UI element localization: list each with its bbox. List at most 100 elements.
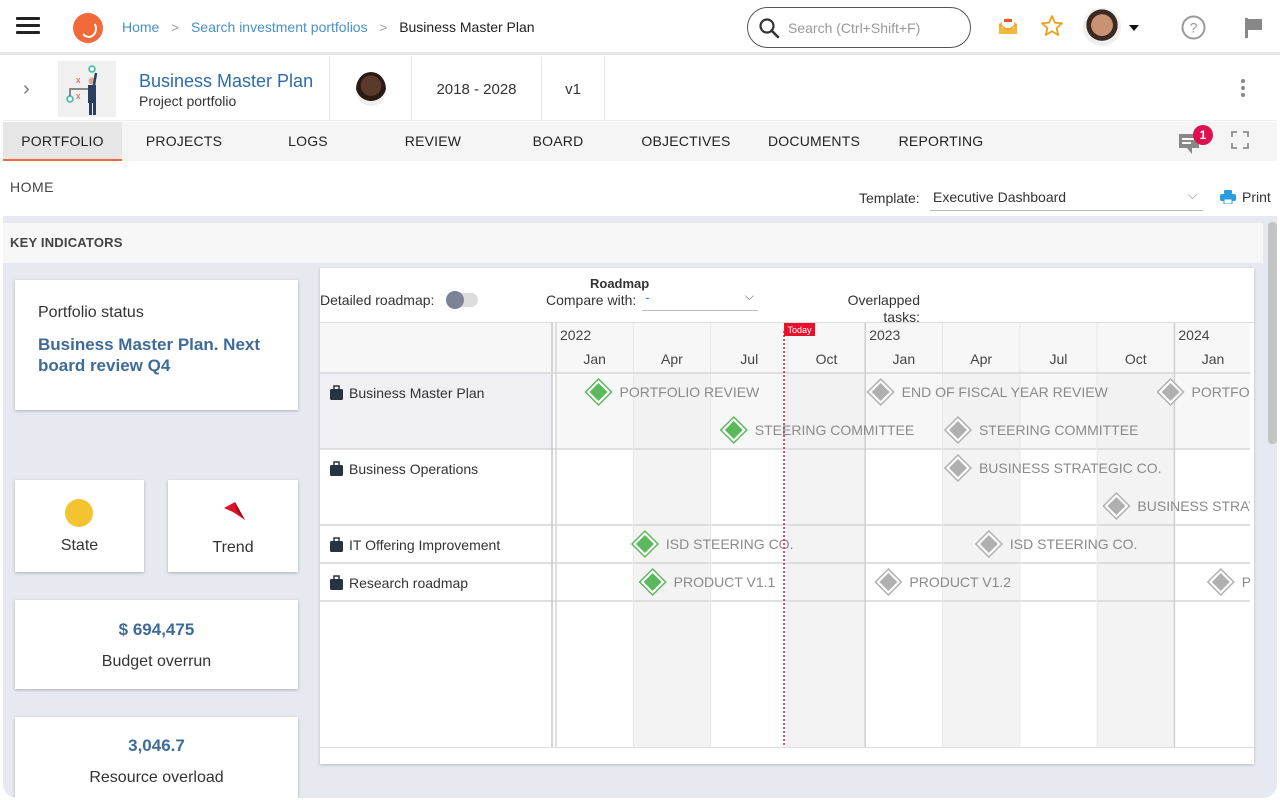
chevron-down-icon: ⌵ [1187, 188, 1197, 202]
notification-badge: 1 [1193, 125, 1213, 145]
milestone-label[interactable]: ISD STEERING CO. [666, 536, 794, 552]
chevron-down-icon: ⌵ [744, 289, 754, 303]
breadcrumb-separator: > [171, 19, 179, 35]
project-row-name[interactable]: Business Master Plan [349, 385, 484, 401]
portfolio-header: › x x Business Master Plan Project portf… [3, 57, 1277, 121]
tab-documents[interactable]: DOCUMENTS [761, 122, 867, 161]
print-label: Print [1242, 189, 1271, 205]
portfolio-status-card: Portfolio status Business Master Plan. N… [15, 280, 298, 410]
detailed-roadmap-toggle[interactable] [446, 291, 478, 309]
quarter-label: Jan [893, 351, 916, 367]
milestone-label[interactable]: PORTFOLIO REVIEW [620, 384, 761, 400]
budget-overrun-value: $ 694,475 [118, 620, 195, 639]
search-input[interactable] [788, 19, 958, 36]
period-cell: 2018 - 2028 [411, 57, 541, 121]
help-icon[interactable]: ? [1181, 15, 1206, 40]
portfolio-status-text: Business Master Plan. Next board review … [38, 335, 261, 375]
breadcrumb-separator: > [379, 19, 388, 35]
budget-overrun-label: Budget overrun [101, 653, 212, 670]
breadcrumb-search-portfolios[interactable]: Search investment portfolios [191, 19, 368, 35]
milestone-label[interactable]: BUSINESS STRATEGIC CO. [1137, 498, 1254, 514]
budget-overrun-card[interactable]: $ 694,475 Budget overrun [15, 600, 298, 689]
dashboard-main: KEY INDICATORS Portfolio status Business… [3, 216, 1277, 798]
milestone-label[interactable]: ISD STEERING CO. [1010, 536, 1138, 552]
svg-text:?: ? [1190, 20, 1198, 36]
tab-board[interactable]: BOARD [513, 122, 603, 161]
resource-overload-value: 3,046.7 [128, 736, 185, 755]
year-label: 2022 [560, 327, 591, 343]
quarter-label: Jul [740, 351, 758, 367]
milestone-label[interactable]: PRODUCT V1.1 [674, 574, 776, 590]
key-indicators-title: KEY INDICATORS [10, 235, 123, 250]
state-label: State [60, 537, 99, 554]
tab-review[interactable]: REVIEW [383, 122, 483, 161]
breadcrumb: Home > Search investment portfolios > Bu… [122, 19, 535, 35]
user-avatar[interactable] [1083, 8, 1121, 46]
project-briefcase-handle-icon [333, 575, 340, 581]
caret-down-icon[interactable] [1129, 25, 1139, 31]
svg-text:x: x [76, 91, 81, 101]
project-row-name[interactable]: Research roadmap [349, 575, 468, 591]
milestone-label[interactable]: BUSINESS STRATEGIC CO. [979, 460, 1162, 476]
trend-card[interactable]: Trend [168, 480, 298, 572]
milestone-label[interactable]: STEERING COMMITTEE [979, 422, 1138, 438]
milestone-label[interactable]: END OF FISCAL YEAR REVIEW [902, 384, 1109, 400]
compare-with-label: Compare with: [546, 292, 637, 308]
tab-portfolio[interactable]: PORTFOLIO [3, 122, 122, 161]
portfolio-status-label: Portfolio status [38, 304, 144, 321]
gantt-right-edge [1250, 323, 1254, 747]
vertical-scrollbar[interactable] [1268, 222, 1277, 444]
milestone-label[interactable]: STEERING COMMITTEE [755, 422, 914, 438]
quarter-label: Apr [970, 351, 992, 367]
detailed-roadmap-label: Detailed roadmap: [320, 292, 435, 308]
expand-chevron-icon[interactable]: › [23, 78, 30, 101]
key-indicators-header: KEY INDICATORS [3, 223, 1263, 263]
tab-reporting[interactable]: REPORTING [893, 122, 989, 161]
star-icon[interactable] [1040, 14, 1064, 38]
tab-projects[interactable]: PROJECTS [128, 122, 240, 161]
search-box[interactable] [747, 7, 971, 48]
project-row-name[interactable]: Business Operations [349, 461, 478, 477]
home-label[interactable]: HOME [10, 179, 54, 195]
tab-objectives[interactable]: OBJECTIVES [631, 122, 741, 161]
template-select[interactable]: Executive Dashboard ⌵ [930, 185, 1203, 211]
resource-overload-card[interactable]: 3,046.7 Resource overload [15, 717, 298, 798]
app-logo-icon[interactable] [73, 13, 103, 43]
template-value: Executive Dashboard [933, 189, 1067, 205]
roadmap-gantt: Business Master Plan Business Operations I… [320, 322, 1254, 747]
compare-with-select[interactable]: - ⌵ [642, 289, 758, 311]
sub-header: HOME Template: Executive Dashboard ⌵ Pri… [3, 161, 1277, 215]
top-bar: Home > Search investment portfolios > Bu… [0, 0, 1280, 55]
tab-logs[interactable]: LOGS [263, 122, 353, 161]
year-label: 2024 [1178, 327, 1209, 343]
printer-icon [1220, 190, 1236, 204]
today-label: Today [788, 325, 813, 335]
more-options-icon[interactable] [1241, 79, 1245, 100]
roadmap-footer [320, 747, 1254, 764]
fullscreen-icon[interactable] [1231, 131, 1249, 149]
owner-cell [329, 57, 411, 121]
project-briefcase-handle-icon [333, 537, 340, 543]
state-indicator-icon [65, 499, 93, 527]
flag-icon[interactable] [1244, 17, 1264, 39]
milestone-label[interactable]: PRODUCT V1.2 [909, 574, 1011, 590]
quarter-label: Jan [1202, 351, 1225, 367]
overlapped-tasks-label: Overlapped tasks: [847, 292, 920, 322]
quarter-label: Jan [583, 351, 606, 367]
milestone-label[interactable]: PORTFOLIO REVIEW [1192, 384, 1254, 400]
project-row-name[interactable]: IT Offering Improvement [349, 537, 500, 553]
mail-icon[interactable] [997, 16, 1019, 36]
version-cell: v1 [541, 57, 605, 121]
owner-avatar[interactable] [355, 72, 386, 106]
quarter-label: Oct [1125, 351, 1147, 367]
print-button[interactable]: Print [1220, 189, 1271, 205]
hamburger-menu-icon[interactable] [16, 17, 40, 37]
quarter-label: Oct [816, 351, 838, 367]
quarter-label: Apr [661, 351, 683, 367]
portfolio-title[interactable]: Business Master Plan [139, 71, 313, 92]
project-briefcase-handle-icon [333, 461, 340, 467]
state-card[interactable]: State [15, 480, 144, 572]
roadmap-panel: Roadmap Detailed roadmap: Compare with: … [320, 268, 1254, 764]
tab-bar: PORTFOLIO PROJECTS LOGS REVIEW BOARD OBJ… [3, 122, 1277, 161]
breadcrumb-home[interactable]: Home [122, 19, 159, 35]
